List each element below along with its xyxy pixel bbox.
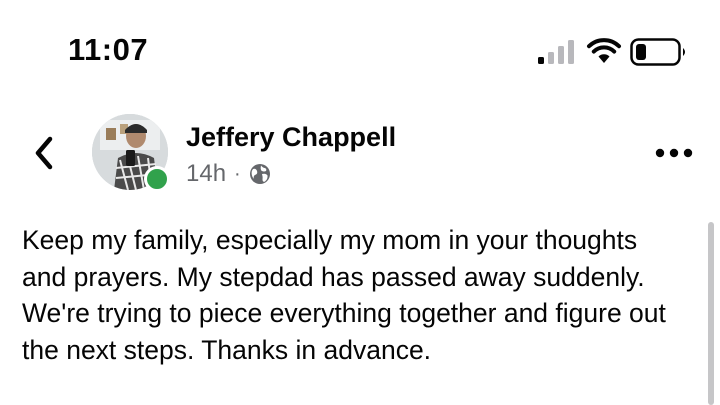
more-options-icon[interactable] [655,145,693,161]
meta-separator: · [234,162,241,185]
wifi-icon [587,38,621,63]
status-time: 11:07 [68,32,149,67]
post-text: Keep my family, especially my mom in you… [22,225,666,365]
cellular-signal-icon [538,40,574,64]
online-status-indicator [144,166,170,192]
author-name[interactable]: Jeffery Chappell [186,122,396,153]
post-time[interactable]: 14h [186,160,226,188]
globe-icon[interactable] [249,163,271,185]
scrollbar[interactable] [708,222,714,405]
author-avatar[interactable] [92,114,170,192]
post-meta: 14h · [186,160,271,188]
battery-icon [630,38,685,66]
back-button[interactable] [30,133,58,173]
